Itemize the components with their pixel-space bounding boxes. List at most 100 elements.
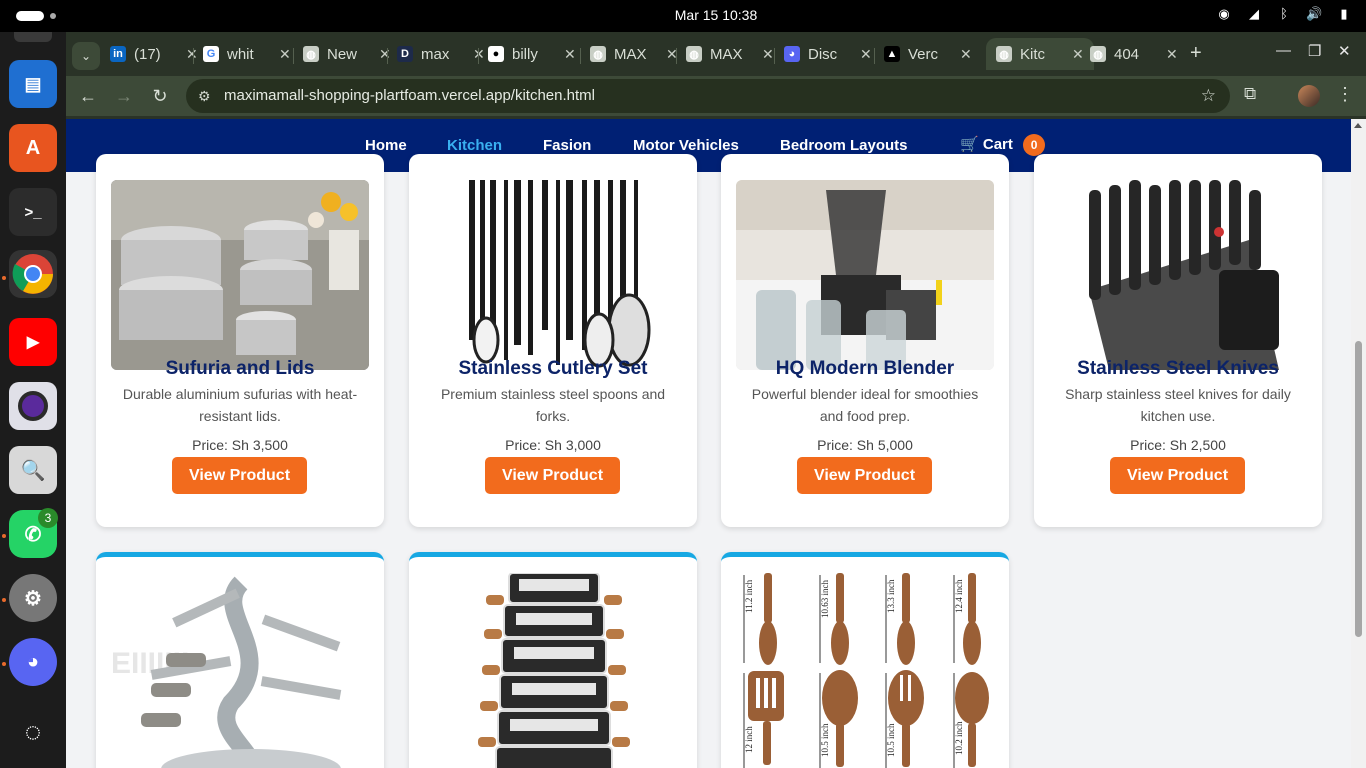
dock-partial-icon[interactable] [14, 32, 52, 42]
close-tab-icon[interactable]: ✕ [564, 46, 576, 63]
address-bar[interactable]: ⚙ maximamall-shopping-plartfoam.vercel.a… [186, 79, 1230, 113]
browser-tab[interactable]: ▲ Verc ✕ [884, 38, 972, 70]
product-title: HQ Modern Blender [775, 358, 955, 379]
nav-kitchen[interactable]: Kitchen [447, 137, 502, 154]
bookmark-star-icon[interactable]: ☆ [1201, 79, 1216, 113]
browser-tab[interactable]: ◍ New ✕ [303, 38, 391, 70]
close-tab-icon[interactable]: ✕ [860, 46, 872, 63]
browser-tab[interactable]: ◍ MAX ✕ [590, 38, 678, 70]
tab-title: billy [512, 45, 538, 63]
close-window-button[interactable]: ✕ [1338, 42, 1351, 60]
close-tab-icon[interactable]: ✕ [1166, 46, 1178, 63]
product-image-wooden-spoons[interactable]: 11.2 inch 10.63 inch 13.3 inch 12.4 inch… [736, 573, 994, 768]
tab-title: Kitc [1020, 45, 1046, 63]
close-tab-icon[interactable]: ✕ [762, 46, 774, 63]
discord-icon[interactable]: ◕ [9, 638, 57, 686]
scroll-up-arrow[interactable] [1354, 123, 1362, 128]
nav-bedroom-layouts[interactable]: Bedroom Layouts [780, 137, 908, 154]
tab-title: whit [227, 45, 254, 63]
product-card [409, 552, 697, 768]
discord-tray-icon[interactable]: ◉ [1216, 6, 1232, 22]
product-description: Premium stainless steel spoons and forks… [440, 386, 666, 424]
minimize-button[interactable]: — [1276, 42, 1291, 59]
close-tab-icon[interactable]: ✕ [279, 46, 291, 63]
reload-button[interactable]: ↻ [148, 84, 172, 108]
close-tab-icon[interactable]: ✕ [379, 46, 391, 63]
volume-icon: 🔊 [1306, 6, 1323, 21]
linkedin-icon: in [110, 46, 126, 62]
running-indicator [2, 534, 6, 538]
settings-icon[interactable]: ⚙ [9, 574, 57, 622]
product-image-blender[interactable] [736, 180, 994, 370]
spoon-length-label: 12 inch [744, 726, 754, 753]
system-top-bar: Mar 15 10:38 ◉ ◢ ᛒ 🔊 ▮ [0, 0, 1366, 32]
close-tab-icon[interactable]: ✕ [1072, 46, 1084, 63]
cart-label: Cart [982, 135, 1013, 153]
forward-button[interactable]: → [112, 84, 136, 108]
maximize-button[interactable]: ❐ [1308, 42, 1321, 60]
app-center-icon[interactable]: A [9, 124, 57, 172]
document-viewer-icon[interactable]: ▤ [9, 60, 57, 108]
view-product-button[interactable]: View Product [172, 457, 307, 494]
chrome-icon[interactable] [9, 250, 57, 298]
product-price: Price: Sh 3,500 [192, 437, 288, 453]
globe-icon: ◍ [686, 46, 702, 62]
tab-separator [293, 48, 294, 64]
cart-count-badge: 0 [1023, 134, 1046, 156]
terminal-icon[interactable]: >_ [9, 188, 57, 236]
show-apps-icon[interactable]: ◌ [9, 708, 57, 756]
tab-title: 404 [1114, 45, 1140, 63]
product-image-knives[interactable] [1049, 180, 1307, 370]
product-card: EIIIIIII [96, 552, 384, 768]
nav-motor-vehicles[interactable]: Motor Vehicles [633, 137, 739, 154]
browser-tab[interactable]: Dmax✕ [397, 38, 485, 70]
browser-tab[interactable]: in (17) ✕ [110, 38, 198, 70]
browser-tab[interactable]: ● billy ✕ [488, 38, 576, 70]
product-image-knife-stand[interactable]: EIIIIIII [111, 573, 369, 768]
close-tab-icon[interactable]: ✕ [186, 46, 198, 63]
back-button[interactable]: ← [76, 84, 100, 108]
tab-strip: ⌄ in(17)✕Gwhit✕◍New✕Dmax✕●billy✕◍MAX✕◍MA… [66, 36, 1366, 72]
view-product-button[interactable]: View Product [797, 457, 932, 494]
url-text[interactable]: maximamall-shopping-plartfoam.vercel.app… [224, 87, 595, 104]
google-icon: G [203, 46, 219, 62]
profile-avatar[interactable] [1298, 85, 1320, 107]
view-product-button[interactable]: View Product [1110, 457, 1245, 494]
whatsapp-badge: 3 [38, 508, 58, 528]
tab-title: MAX [614, 45, 647, 63]
page-viewport: Home Kitchen Fasion Motor Vehicles Bedro… [66, 119, 1351, 768]
browser-tab[interactable]: ◍ Kitc ✕ [986, 38, 1094, 70]
browser-menu-icon[interactable]: ⋮ [1336, 84, 1354, 105]
product-image-sufuria[interactable] [111, 180, 369, 370]
browser-tab[interactable]: ◍ 404 ✕ [1090, 38, 1178, 70]
nav-fashion[interactable]: Fasion [543, 137, 591, 154]
tab-separator [387, 48, 388, 64]
camera-icon[interactable] [9, 382, 57, 430]
browser-tab[interactable]: Gwhit ✕ [203, 38, 291, 70]
screenshot-viewer-icon[interactable]: 🔍 [9, 446, 57, 494]
scrollbar-thumb[interactable] [1355, 341, 1362, 637]
spoon-length-label: 13.3 inch [886, 579, 896, 613]
tab-title: Disc [808, 45, 838, 63]
extensions-icon[interactable]: ⧉ [1244, 84, 1256, 104]
product-image-cookware-set[interactable] [424, 573, 682, 768]
product-card: Stainless Steel Knives Sharp stainless s… [1034, 154, 1322, 527]
nav-home[interactable]: Home [365, 137, 407, 154]
tab-search-button[interactable]: ⌄ [72, 42, 100, 70]
browser-tab[interactable]: ◍ MAX ✕ [686, 38, 774, 70]
system-tray[interactable]: ◉ ◢ ᛒ 🔊 ▮ [1216, 6, 1352, 22]
system-clock[interactable]: Mar 15 10:38 [0, 7, 1366, 23]
globe-icon: ◍ [303, 46, 319, 62]
youtube-icon[interactable]: ▶ [9, 318, 57, 366]
product-image-cutlery[interactable] [424, 180, 682, 370]
new-tab-button[interactable]: + [1190, 42, 1202, 65]
tab-title: (17) [134, 45, 161, 63]
close-tab-icon[interactable]: ✕ [960, 46, 972, 63]
product-price: Price: Sh 2,500 [1130, 437, 1226, 453]
product-card: HQ Modern Blender Powerful blender ideal… [721, 154, 1009, 527]
page-scrollbar[interactable] [1351, 119, 1366, 768]
site-info-icon[interactable]: ⚙ [198, 79, 211, 113]
browser-tab[interactable]: ◕ Disc ✕ [784, 38, 872, 70]
view-product-button[interactable]: View Product [485, 457, 620, 494]
nav-cart[interactable]: 🛒 Cart 0 [960, 134, 1046, 156]
